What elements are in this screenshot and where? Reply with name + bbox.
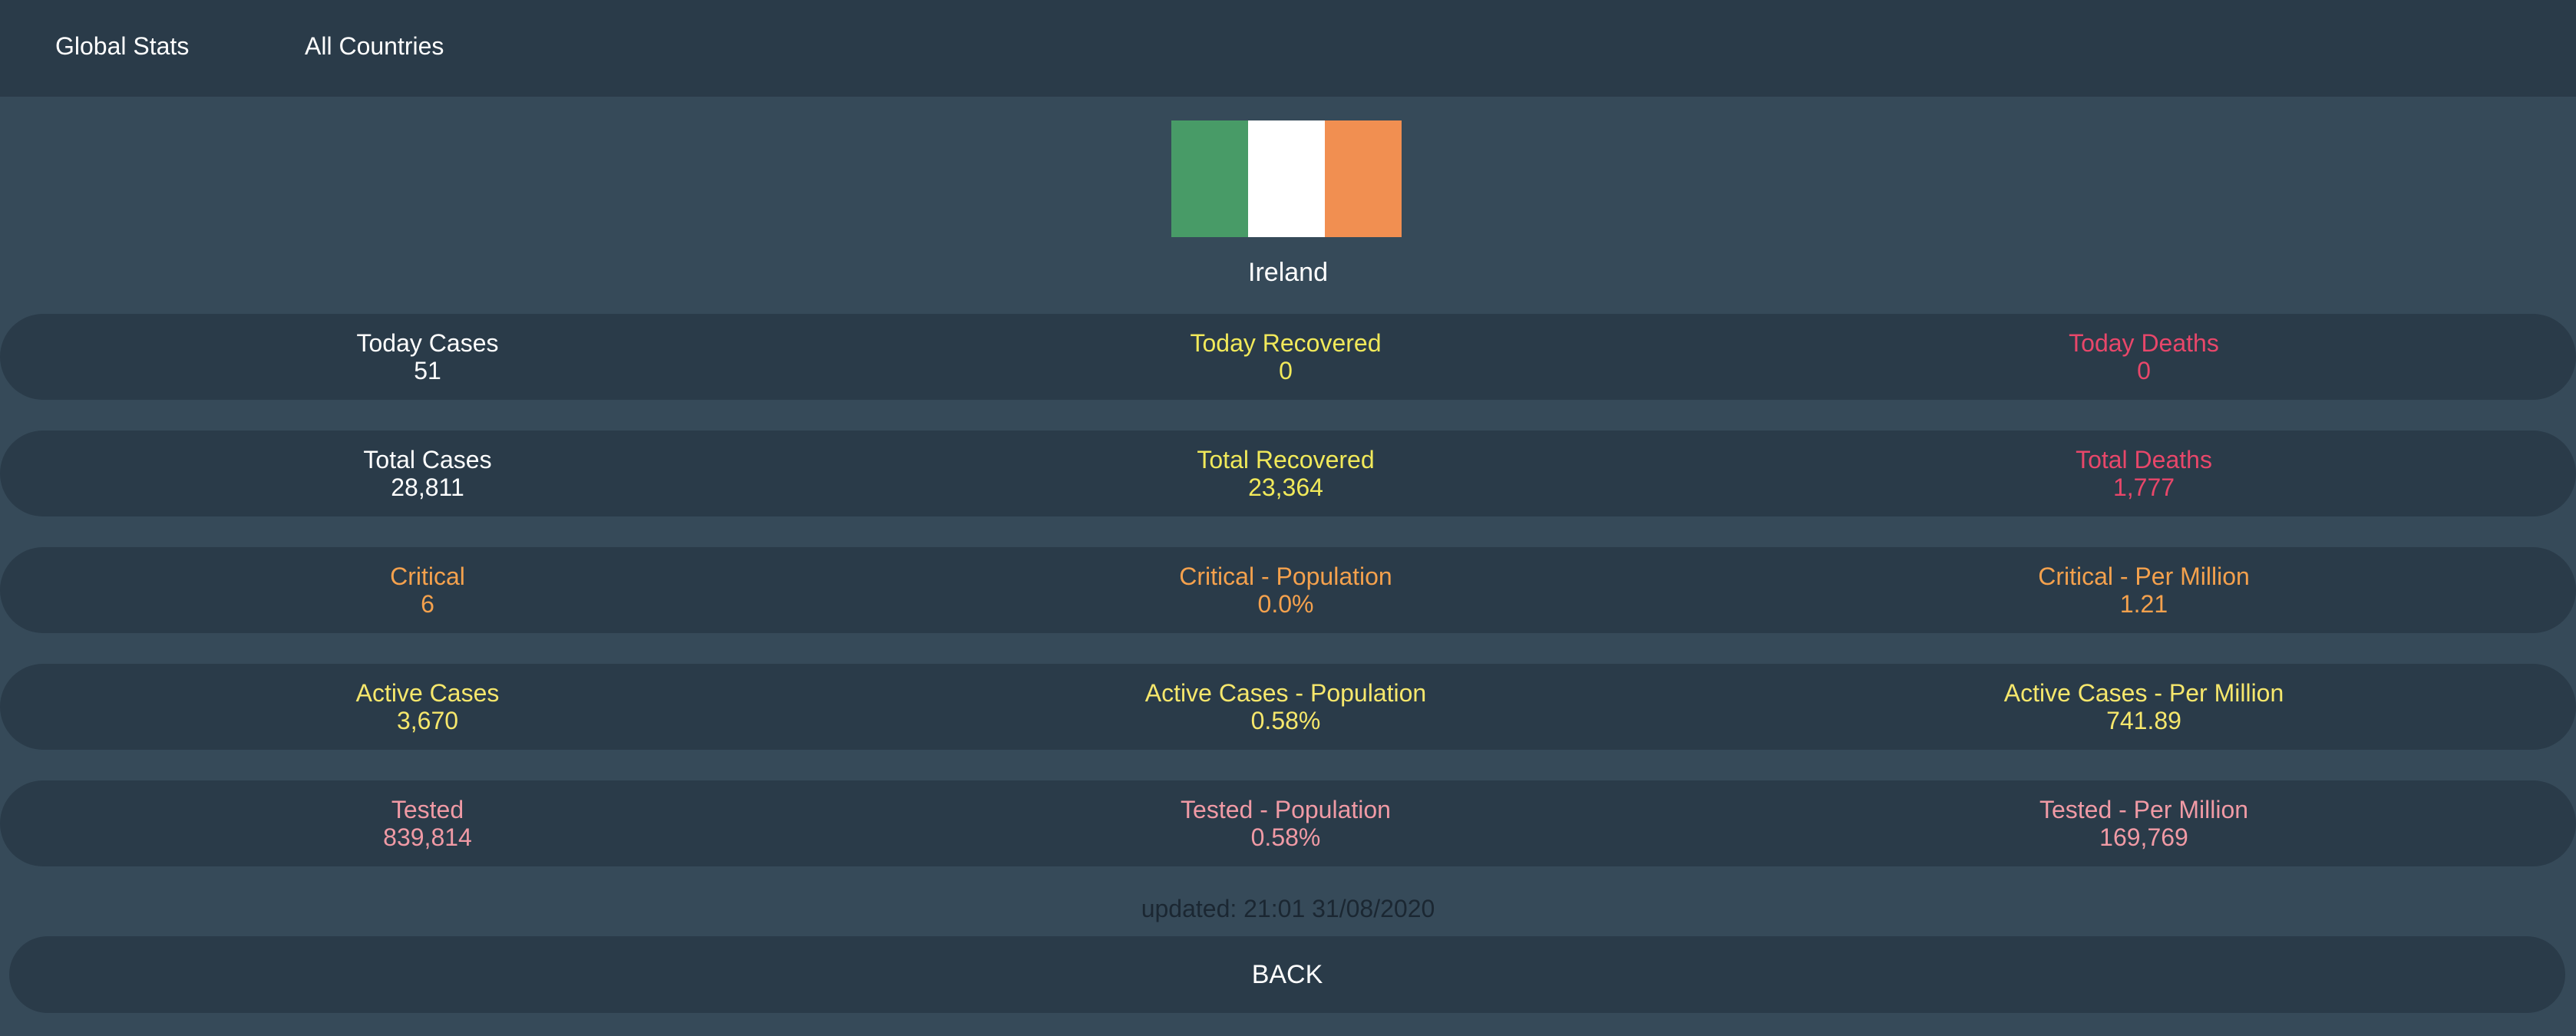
stat-label: Today Deaths	[2069, 329, 2219, 357]
stat-label: Tested	[391, 796, 464, 823]
flag-stripe-green	[1171, 120, 1248, 237]
stat-tested-population: Tested - Population 0.58%	[979, 780, 1593, 866]
stat-active-per-million: Active Cases - Per Million 741.89	[1837, 664, 2451, 750]
back-button[interactable]: BACK	[9, 936, 2565, 1013]
flag-stripe-orange	[1325, 120, 1402, 237]
stat-critical: Critical 6	[121, 547, 735, 633]
stat-label: Active Cases	[355, 679, 500, 707]
stat-active-cases: Active Cases 3,670	[121, 664, 735, 750]
stat-label: Total Cases	[363, 446, 492, 473]
stat-total-cases: Total Cases 28,811	[121, 431, 735, 516]
stat-label: Critical - Per Million	[2038, 563, 2250, 590]
stat-label: Tested - Population	[1181, 796, 1391, 823]
stats-row-today: Today Cases 51 Today Recovered 0 Today D…	[0, 314, 2576, 400]
stat-today-deaths: Today Deaths 0	[1837, 314, 2451, 400]
flag-stripe-white	[1248, 120, 1325, 237]
nav-all-countries-link[interactable]: All Countries	[305, 0, 444, 92]
stat-today-cases: Today Cases 51	[121, 314, 735, 400]
stat-label: Active Cases - Per Million	[2003, 679, 2284, 707]
ireland-flag	[1171, 120, 1402, 237]
stat-tested-per-million: Tested - Per Million 169,769	[1837, 780, 2451, 866]
stat-active-population: Active Cases - Population 0.58%	[979, 664, 1593, 750]
stat-label: Today Recovered	[1190, 329, 1382, 357]
updated-timestamp: updated: 21:01 31/08/2020	[1141, 895, 1435, 922]
stat-tested: Tested 839,814	[121, 780, 735, 866]
stat-value: 0.58%	[1250, 707, 1321, 734]
stat-critical-per-million: Critical - Per Million 1.21	[1837, 547, 2451, 633]
stats-row-active: Active Cases 3,670 Active Cases - Popula…	[0, 664, 2576, 750]
stat-total-recovered: Total Recovered 23,364	[979, 431, 1593, 516]
stat-total-deaths: Total Deaths 1,777	[1837, 431, 2451, 516]
stat-value: 6	[421, 590, 434, 618]
stat-value: 741.89	[2106, 707, 2181, 734]
stat-value: 3,670	[396, 707, 459, 734]
stat-label: Critical - Population	[1179, 563, 1392, 590]
nav-global-stats-link[interactable]: Global Stats	[55, 0, 189, 92]
stat-value: 0.0%	[1257, 590, 1314, 618]
stat-value: 51	[414, 357, 441, 384]
stat-critical-population: Critical - Population 0.0%	[979, 547, 1593, 633]
stat-label: Total Deaths	[2076, 446, 2212, 473]
stat-value: 1.21	[2119, 590, 2168, 618]
country-name: Ireland	[1248, 258, 1328, 287]
stat-label: Critical	[390, 563, 465, 590]
stats-row-tested: Tested 839,814 Tested - Population 0.58%…	[0, 780, 2576, 866]
stat-value: 23,364	[1248, 473, 1323, 501]
stat-value: 0	[1279, 357, 1293, 384]
stat-value: 0.58%	[1250, 823, 1321, 851]
stat-label: Today Cases	[356, 329, 499, 357]
stat-label: Active Cases - Population	[1144, 679, 1427, 707]
stat-value: 839,814	[383, 823, 472, 851]
stat-value: 169,769	[2099, 823, 2188, 851]
stat-label: Total Recovered	[1197, 446, 1375, 473]
stat-today-recovered: Today Recovered 0	[979, 314, 1593, 400]
stat-label: Tested - Per Million	[2039, 796, 2249, 823]
stat-value: 1,777	[2112, 473, 2175, 501]
stats-row-total: Total Cases 28,811 Total Recovered 23,36…	[0, 431, 2576, 516]
stat-value: 28,811	[391, 473, 464, 501]
top-nav: Global Stats All Countries	[0, 0, 2576, 97]
stats-row-critical: Critical 6 Critical - Population 0.0% Cr…	[0, 547, 2576, 633]
stat-value: 0	[2137, 357, 2151, 384]
